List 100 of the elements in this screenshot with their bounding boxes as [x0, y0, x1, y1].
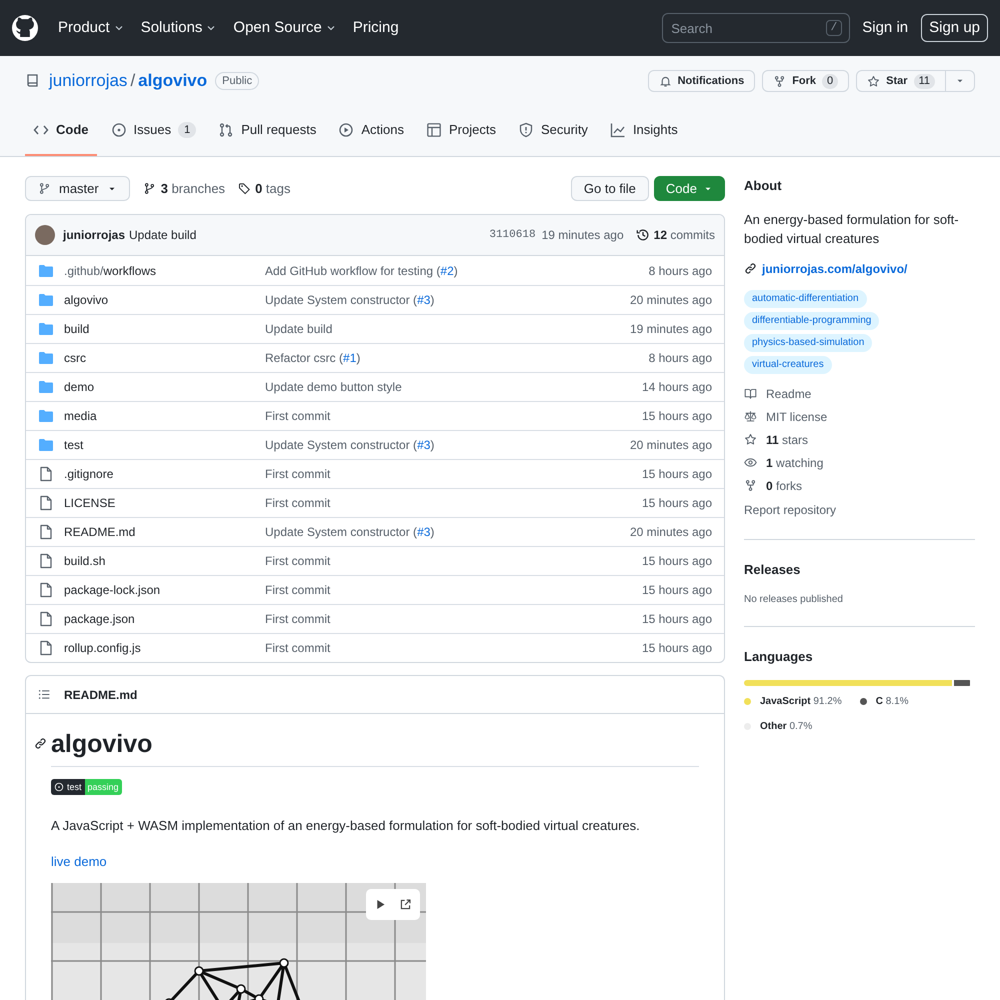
file-name-link[interactable]: demo [64, 378, 265, 396]
star-dropdown-button[interactable] [946, 70, 975, 92]
eye-icon [744, 456, 757, 469]
commit-message: Update System constructor (#3) [265, 437, 434, 454]
branch-icon [142, 182, 156, 195]
file-icon [38, 582, 54, 598]
commit-time: 20 minutes ago [630, 524, 712, 541]
file-name-link[interactable]: LICENSE [64, 494, 265, 512]
file-name-link[interactable]: csrc [64, 349, 265, 367]
fork-button[interactable]: Fork 0 [762, 70, 850, 92]
folder-icon [38, 379, 54, 395]
star-button[interactable]: Star 11 [856, 70, 946, 92]
sign-up-button[interactable]: Sign up [921, 14, 988, 42]
file-name-link[interactable]: package.json [64, 610, 265, 628]
tab[interactable]: Actions [330, 106, 412, 156]
releases-note: No releases published [744, 593, 844, 607]
language-label[interactable]: C 8.1% [876, 694, 909, 708]
report-link[interactable]: Report repository [744, 500, 975, 518]
external-link-icon [399, 898, 412, 911]
counter: 11 [914, 74, 935, 88]
commit-message: First commit [265, 640, 330, 657]
pull-request-link[interactable]: #3 [417, 525, 430, 539]
nav-menu[interactable]: Solutions [138, 16, 220, 40]
nav-menu[interactable]: Open Source [231, 16, 339, 40]
repo-stat-link[interactable]: 0 forks [744, 478, 975, 494]
folder-icon [38, 262, 54, 278]
bell-icon [658, 74, 672, 88]
commit-time: 19 minutes ago [630, 321, 712, 338]
file-name-link[interactable]: .github/workflows [64, 262, 265, 280]
shortcut-key: / [826, 20, 842, 36]
link-icon [744, 262, 757, 275]
book-icon [744, 387, 757, 400]
topic-tag[interactable]: automatic-differentiation [744, 290, 867, 308]
commit-time: 14 hours ago [642, 379, 712, 396]
nav-menu[interactable]: Pricing [350, 16, 401, 40]
topic-tag[interactable]: differentiable-programming [744, 312, 880, 330]
pull-request-link[interactable]: #2 [440, 264, 454, 278]
open-external-button[interactable] [399, 898, 412, 911]
repo-stat-link[interactable]: MIT license [744, 408, 975, 424]
language-label[interactable]: JavaScript 91.2% [760, 694, 842, 708]
file-icon [38, 611, 54, 627]
file-name-link[interactable]: build [64, 320, 265, 338]
live-demo-link[interactable]: live demo [51, 852, 699, 871]
tab[interactable]: Pull requests [210, 106, 324, 156]
tab[interactable]: Issues 1 [102, 106, 204, 156]
repo-link[interactable]: algovivo [138, 68, 208, 94]
sign-in-link[interactable]: Sign in [862, 16, 908, 40]
anchor-link-icon[interactable] [34, 737, 47, 750]
language-label[interactable]: Other 0.7% [760, 718, 812, 734]
tags-link[interactable]: 0 tags [238, 178, 290, 198]
readme-description: A JavaScript + WASM implementation of an energy-based formulation for soft-bodied virtual creatures. [51, 817, 641, 835]
website-link[interactable]: juniorrojas.com/algovivo/ [744, 260, 975, 278]
file-name-link[interactable]: .gitignore [64, 465, 265, 483]
branches-link[interactable]: 3 branches [142, 178, 226, 198]
folder-icon [38, 437, 54, 453]
pull-request-link[interactable]: #3 [417, 293, 430, 307]
commit-message[interactable]: Update build [129, 226, 196, 244]
fork-icon [773, 74, 786, 88]
file-name-link[interactable]: README.md [64, 523, 265, 541]
file-name-link[interactable]: rollup.config.js [64, 639, 265, 657]
topic-tag[interactable]: virtual-creatures [744, 356, 832, 374]
commit-message: Update build [265, 321, 332, 338]
file-name-link[interactable]: test [64, 436, 265, 454]
commit-time: 20 minutes ago [630, 437, 712, 454]
commit-sha[interactable]: 3110618 [489, 226, 536, 244]
fork-icon [744, 479, 757, 492]
file-name-link[interactable]: media [64, 407, 265, 425]
topic-tag[interactable]: physics-based-simulation [744, 334, 872, 352]
logo-icon[interactable] [12, 15, 38, 41]
file-name-link[interactable]: package-lock.json [64, 581, 265, 599]
play-icon [338, 122, 354, 138]
repo-stat-link[interactable]: 1 watching [744, 454, 975, 470]
go-to-file-button[interactable]: Go to file [570, 176, 649, 201]
tab[interactable]: Security [510, 106, 596, 156]
repo-stat-link[interactable]: 11 stars [744, 432, 975, 448]
nav-menu[interactable]: Product [56, 16, 127, 40]
author-link[interactable]: juniorrojas [63, 226, 126, 244]
file-icon [38, 466, 54, 482]
status-icon [54, 782, 64, 792]
commit-time: 15 hours ago [642, 640, 712, 657]
section-heading: About [744, 177, 783, 195]
file-name-link[interactable]: algovivo [64, 291, 265, 309]
pull-request-link[interactable]: #1 [343, 351, 356, 365]
star-icon [744, 433, 757, 446]
tab[interactable]: Insights [602, 106, 686, 156]
branch-button[interactable]: master [25, 176, 130, 201]
scales-icon [744, 410, 757, 423]
file-name-link[interactable]: build.sh [64, 552, 265, 570]
star-icon [867, 74, 880, 88]
tab[interactable]: Projects [418, 106, 504, 156]
owner-link[interactable]: juniorrojas [49, 68, 128, 94]
repo-stat-link[interactable]: Readme [744, 386, 975, 402]
readme-filename: README.md [64, 686, 138, 704]
tab[interactable]: Code [25, 106, 96, 156]
notifications-button[interactable]: Notifications [648, 70, 756, 92]
commits-link[interactable]: 12 commits [636, 226, 715, 244]
commit-time: 8 hours ago [648, 350, 712, 367]
pull-request-link[interactable]: #3 [417, 438, 430, 452]
about-description: An energy-based formulation for soft-bodied virtual creatures [744, 210, 960, 248]
code-button[interactable]: Code [654, 176, 725, 201]
